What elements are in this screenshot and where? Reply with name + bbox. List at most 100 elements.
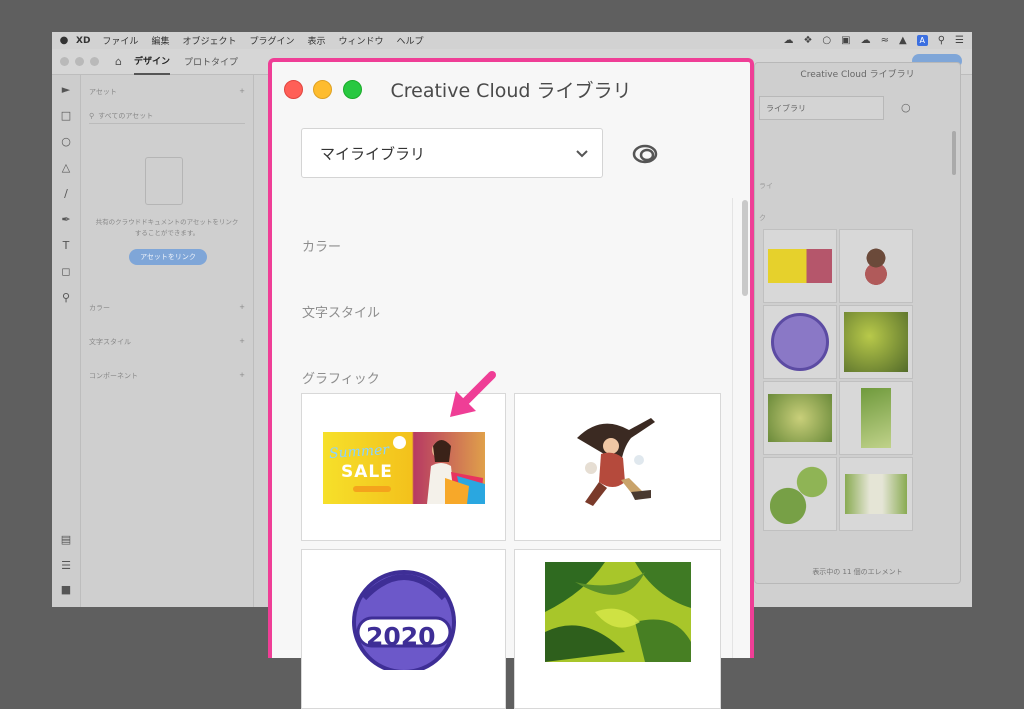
section-label: コンポーネント: [89, 372, 138, 380]
menu-object[interactable]: オブジェクト: [182, 34, 236, 47]
sale-script-text: Summer: [328, 441, 390, 463]
graphic-thumbnail[interactable]: [839, 457, 913, 531]
zoom-dot[interactable]: [90, 57, 99, 66]
tab-design[interactable]: デザイン: [133, 48, 170, 75]
home-icon[interactable]: ⌂: [115, 55, 122, 68]
volume-icon[interactable]: ▲: [899, 35, 907, 46]
menu-view[interactable]: 表示: [307, 34, 325, 47]
menu-file[interactable]: ファイル: [102, 34, 138, 47]
badge-illustration: [352, 570, 456, 670]
artboard-tool-icon[interactable]: ◻: [58, 265, 74, 278]
cc-library-window: Creative Cloud ライブラリ マイライブラリ カラー 文字スタイル …: [268, 58, 754, 709]
brand-logo-icon: [393, 436, 406, 449]
menu-edit[interactable]: 編集: [151, 34, 169, 47]
graphic-thumbnail[interactable]: [839, 305, 913, 379]
creative-cloud-icon[interactable]: ○: [822, 35, 831, 46]
creative-cloud-icon[interactable]: [632, 144, 658, 164]
scroll-divider: [732, 198, 733, 658]
section-label: ク: [759, 214, 766, 222]
assets-section-colors: カラー +: [89, 303, 245, 313]
empty-assets-icon: [145, 157, 183, 205]
creative-cloud-icon[interactable]: ○: [901, 101, 911, 114]
select-tool-icon[interactable]: ►: [58, 83, 74, 96]
menu-window[interactable]: ウィンドウ: [339, 34, 384, 47]
section-text-styles[interactable]: 文字スタイル: [302, 302, 380, 321]
sale-pill: [353, 486, 391, 492]
pointer-arrow-icon: [450, 371, 496, 417]
section-label: 文字スタイル: [89, 338, 131, 346]
menu-app-name[interactable]: XD: [76, 36, 90, 46]
section-label: ライ: [759, 182, 773, 190]
graphic-2020-badge[interactable]: 2020: [301, 549, 506, 709]
section-colors[interactable]: カラー: [302, 236, 341, 255]
graphic-thumbnail[interactable]: [839, 381, 913, 455]
add-component-icon[interactable]: +: [239, 371, 245, 381]
assets-label: アセット: [89, 88, 117, 96]
graphic-thumbnail[interactable]: [839, 229, 913, 303]
window-controls-dimmed: [60, 57, 99, 66]
summer-sale-image: Summer SALE: [323, 432, 485, 504]
sale-title-text: SALE: [341, 462, 393, 482]
graphic-thumbnail[interactable]: [763, 229, 837, 303]
graphic-anime-warrior[interactable]: [514, 393, 721, 541]
graphic-thumbnail[interactable]: [763, 305, 837, 379]
graphic-thumbnail[interactable]: [763, 381, 837, 455]
apple-icon[interactable]: ●: [52, 35, 76, 46]
assets-search[interactable]: ⚲ すべてのアセット: [89, 109, 245, 124]
status-tray: ☁ ❖ ○ ▣ ☁ ≈ ▲ A ⚲ ☰: [783, 35, 972, 46]
cloud-sync-icon[interactable]: ☁: [783, 35, 793, 46]
scrollbar[interactable]: [738, 200, 750, 296]
menu-bar: ● XD ファイル 編集 オブジェクト プラグイン 表示 ウィンドウ ヘルプ ☁…: [52, 32, 972, 49]
upload-cloud-icon[interactable]: ☁: [861, 35, 871, 46]
section-label: カラー: [89, 304, 110, 312]
pen-tool-icon[interactable]: ✒: [58, 213, 74, 226]
cc-library-panel-background: Creative Cloud ライブラリ ライブラリ ○ ライ ク 表示中の 1…: [754, 62, 961, 584]
library-dropdown-bg[interactable]: ライブラリ: [759, 96, 884, 120]
text-tool-icon[interactable]: T: [58, 239, 74, 252]
dropbox-icon[interactable]: ❖: [803, 35, 812, 46]
zoom-tool-icon[interactable]: ⚲: [58, 291, 74, 304]
assets-search-input[interactable]: すべてのアセット: [98, 111, 153, 121]
search-icon: ⚲: [89, 112, 95, 120]
tab-prototype[interactable]: プロトタイプ: [184, 49, 238, 74]
graphic-jungle-leaves[interactable]: [514, 549, 721, 709]
menu-help[interactable]: ヘルプ: [397, 34, 424, 47]
control-center-icon[interactable]: ☰: [955, 35, 964, 46]
scrollbar[interactable]: [952, 131, 956, 175]
menu-plugins[interactable]: プラグイン: [249, 34, 294, 47]
assets-panel: アセット + ⚲ すべてのアセット 共有のクラウドドキュメントのアセットをリンク…: [81, 75, 254, 607]
shopper-illustration: [427, 440, 485, 504]
jungle-illustration: [545, 562, 691, 662]
add-color-icon[interactable]: +: [239, 303, 245, 313]
rectangle-tool-icon[interactable]: □: [58, 109, 74, 122]
ellipse-tool-icon[interactable]: ○: [58, 135, 74, 148]
link-assets-button[interactable]: アセットをリンク: [129, 249, 207, 265]
assets-section-components: コンポーネント +: [89, 371, 245, 381]
plugins-panel-icon[interactable]: ■: [58, 583, 74, 596]
section-graphics[interactable]: グラフィック: [302, 368, 380, 387]
minimize-dot[interactable]: [75, 57, 84, 66]
assets-header: アセット +: [89, 87, 245, 97]
graphic-thumbnail[interactable]: [763, 457, 837, 531]
library-dropdown[interactable]: マイライブラリ: [301, 128, 603, 178]
panel-title: Creative Cloud ライブラリ: [800, 70, 915, 80]
tool-bar: ► □ ○ △ ∕ ✒ T ◻ ⚲ ▤ ☰ ■: [52, 75, 81, 607]
badge-year-text: 2020: [366, 622, 436, 651]
assets-panel-icon[interactable]: ▤: [58, 533, 74, 546]
add-text-style-icon[interactable]: +: [239, 337, 245, 347]
line-tool-icon[interactable]: ∕: [58, 187, 74, 200]
close-dot[interactable]: [60, 57, 69, 66]
element-count-label: 表示中の 11 個のエレメント: [812, 568, 903, 576]
chevron-down-icon: [576, 150, 588, 158]
assets-section-text: 文字スタイル +: [89, 337, 245, 347]
layers-panel-icon[interactable]: ☰: [58, 559, 74, 572]
wifi-icon[interactable]: ≈: [881, 35, 889, 46]
camera-off-icon[interactable]: ▣: [841, 35, 850, 46]
scroll-thumb[interactable]: [742, 200, 748, 296]
warrior-illustration: [577, 418, 655, 506]
library-dropdown-value: マイライブラリ: [320, 145, 426, 163]
spotlight-search-icon[interactable]: ⚲: [938, 35, 945, 46]
add-asset-icon[interactable]: +: [239, 87, 245, 97]
polygon-tool-icon[interactable]: △: [58, 161, 74, 174]
input-method-icon[interactable]: A: [916, 35, 928, 46]
